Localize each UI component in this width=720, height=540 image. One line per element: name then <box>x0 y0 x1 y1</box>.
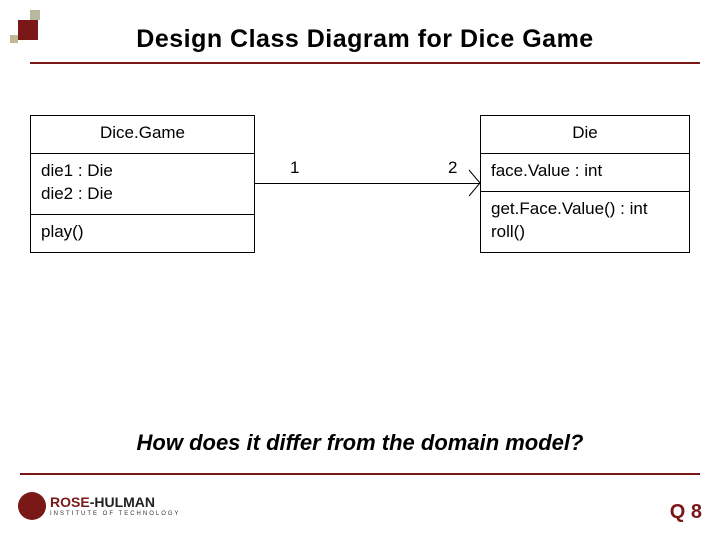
rose-hulman-logo: ROSE-HULMAN INSTITUTE OF TECHNOLOGY <box>18 492 181 520</box>
slide-number: Q 8 <box>670 501 702 524</box>
attribute: die2 : Die <box>41 183 244 206</box>
class-die: Die face.Value : int get.Face.Value() : … <box>480 115 690 253</box>
multiplicity-left: 1 <box>290 158 299 178</box>
class-operations: play() <box>31 215 254 252</box>
logo-text: ROSE-HULMAN INSTITUTE OF TECHNOLOGY <box>50 495 181 517</box>
class-name: Die <box>481 116 689 154</box>
slide-question: How does it differ from the domain model… <box>0 430 720 456</box>
class-operations: get.Face.Value() : int roll() <box>481 192 689 252</box>
class-attributes: die1 : Die die2 : Die <box>31 154 254 215</box>
footer-rule <box>20 473 700 475</box>
class-diagram: Dice.Game die1 : Die die2 : Die play() D… <box>30 115 690 285</box>
operation: get.Face.Value() : int <box>491 198 679 221</box>
logo-hulman: -HULMAN <box>90 494 155 510</box>
logo-rose: ROSE <box>50 494 90 510</box>
operation: roll() <box>491 221 679 244</box>
multiplicity-right: 2 <box>448 158 457 178</box>
gear-icon <box>18 492 46 520</box>
operation: play() <box>41 221 244 244</box>
class-dicegame: Dice.Game die1 : Die die2 : Die play() <box>30 115 255 253</box>
association-line <box>255 183 480 184</box>
slide-footer: ROSE-HULMAN INSTITUTE OF TECHNOLOGY Q 8 <box>18 492 702 528</box>
class-name: Dice.Game <box>31 116 254 154</box>
class-attributes: face.Value : int <box>481 154 689 192</box>
title-rule <box>30 62 700 64</box>
attribute: face.Value : int <box>491 160 679 183</box>
attribute: die1 : Die <box>41 160 244 183</box>
logo-subtitle: INSTITUTE OF TECHNOLOGY <box>50 511 181 517</box>
slide-title: Design Class Diagram for Dice Game <box>30 25 700 54</box>
